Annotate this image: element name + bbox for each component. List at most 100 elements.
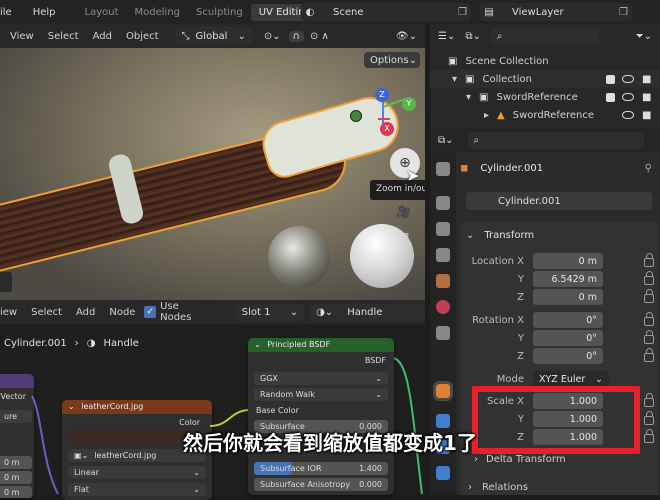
eye-icon[interactable]: [622, 75, 634, 83]
node-menu-add[interactable]: Add: [69, 307, 102, 318]
breadcrumb-material[interactable]: Handle: [104, 338, 139, 349]
orientation-dropdown[interactable]: ⤡ Global ⌄: [175, 27, 252, 45]
render-icon[interactable]: [436, 196, 450, 210]
viewport-menu-view[interactable]: View: [0, 31, 41, 42]
lock-icon[interactable]: [644, 393, 654, 407]
mapping-node[interactable]: Vector ure 0 m 0 m 0 m: [0, 374, 34, 498]
gizmo-x[interactable]: X: [380, 122, 394, 136]
viewport-menu-object[interactable]: Object: [119, 31, 166, 42]
snap-icon[interactable]: ∩: [288, 30, 304, 42]
gizmo-z[interactable]: Z: [375, 88, 389, 102]
overlay-icon[interactable]: 👁⌄: [396, 31, 417, 42]
node-menu-select[interactable]: Select: [24, 307, 69, 318]
properties-editor-icon[interactable]: ⧉⌄: [438, 135, 454, 146]
toolbar-stub[interactable]: [0, 272, 12, 292]
relations-panel[interactable]: › Relations: [460, 479, 658, 495]
workspace-tab-layout[interactable]: Layout: [77, 7, 127, 18]
node-menu-node[interactable]: Node: [102, 307, 142, 318]
interpolation-dropdown[interactable]: Linear ⌄: [68, 466, 206, 479]
rotation-mode-dropdown[interactable]: XYZ Euler ⌄: [533, 371, 609, 387]
node-menu-view[interactable]: iew: [0, 307, 24, 318]
distribution-dropdown[interactable]: GGX ⌄: [254, 372, 388, 385]
view-layer-icon[interactable]: [436, 248, 450, 262]
lock-icon[interactable]: [644, 271, 654, 285]
node-field[interactable]: 0 m: [0, 456, 32, 469]
checkbox-icon[interactable]: [606, 74, 615, 84]
output-icon[interactable]: [436, 222, 450, 236]
use-nodes-checkbox[interactable]: ✓: [144, 306, 157, 318]
options-dropdown[interactable]: Options ⌄: [364, 52, 420, 68]
pin-icon[interactable]: ⚲: [645, 163, 652, 174]
rotation-y-field[interactable]: 0°: [533, 330, 603, 346]
gizmo-y[interactable]: Y: [402, 97, 416, 111]
workspace-tab-sculpting[interactable]: Sculpting: [188, 7, 251, 18]
expand-arrow-icon[interactable]: ▸: [484, 110, 489, 121]
principled-bsdf-node[interactable]: ⌄ Principled BSDF BSDF GGX ⌄ Random Walk ⌄…: [248, 338, 394, 495]
world-icon[interactable]: [436, 300, 450, 314]
filter-icon[interactable]: ⏷⌄: [636, 31, 652, 42]
outliner-row[interactable]: ▸ ▲ SwordReference ■: [430, 106, 660, 124]
subsurface-ior-field[interactable]: Subsurface IOR 1.400: [254, 462, 388, 475]
viewport-menu-add[interactable]: Add: [86, 31, 119, 42]
viewport-3d[interactable]: Z Y X Options ⌄ ⊕ ➤ Zoom in/out in the v…: [0, 48, 425, 300]
outliner-editor-icon[interactable]: ☰⌄: [438, 31, 455, 42]
pivot-icon[interactable]: ⊙⌄: [264, 31, 281, 42]
tool-icon[interactable]: [436, 162, 450, 176]
camera-icon[interactable]: ■: [642, 74, 651, 85]
location-z-field[interactable]: 0 m: [533, 289, 603, 305]
viewport-menu-select[interactable]: Select: [41, 31, 86, 42]
material-selector[interactable]: ◑⌄ Handle: [310, 303, 426, 321]
eye-icon[interactable]: [622, 111, 634, 119]
outliner-row[interactable]: ▣ Scene Collection: [430, 52, 660, 70]
lock-icon[interactable]: [644, 411, 654, 425]
slot-dropdown[interactable]: Slot 1 ⌄: [235, 303, 305, 321]
lock-icon[interactable]: [644, 330, 654, 344]
node-field[interactable]: 0 m: [0, 486, 32, 498]
node-field[interactable]: 0 m: [0, 471, 32, 484]
location-y-field[interactable]: 6.5429 m: [533, 271, 603, 287]
checkbox-icon[interactable]: [606, 92, 615, 102]
physics-icon[interactable]: [436, 466, 450, 480]
node-canvas[interactable]: Cylinder.001 › ◑ Handle Vector ure 0 m 0…: [0, 324, 425, 500]
workspace-tab-modeling[interactable]: Modeling: [127, 7, 189, 18]
scene-selector[interactable]: ◐ Scene ❐: [301, 3, 471, 21]
object-name-field[interactable]: Cylinder.001: [466, 192, 652, 210]
location-x-field[interactable]: 0 m: [533, 253, 603, 269]
menu-file[interactable]: ile: [0, 7, 19, 18]
lock-icon[interactable]: [644, 429, 654, 443]
eye-icon[interactable]: [622, 93, 634, 101]
copy-icon[interactable]: ❐: [458, 7, 467, 18]
navigation-gizmo[interactable]: Z Y X: [360, 84, 420, 144]
lock-icon[interactable]: [644, 289, 654, 303]
expand-arrow-icon[interactable]: ▾: [452, 74, 457, 85]
proportional-edit-icon[interactable]: ⊙ ∧: [310, 31, 329, 42]
object-icon[interactable]: [433, 381, 453, 401]
collection-icon[interactable]: [436, 326, 450, 340]
lock-icon[interactable]: [644, 253, 654, 267]
camera-icon[interactable]: 🎥: [396, 205, 411, 219]
outliner-row[interactable]: ▾ ▣ Collection ■: [430, 70, 660, 88]
lock-icon[interactable]: [644, 348, 654, 362]
subsurface-method-dropdown[interactable]: Random Walk ⌄: [254, 388, 388, 401]
modifier-icon[interactable]: [436, 414, 450, 428]
node-field[interactable]: ure: [0, 410, 32, 423]
subsurface-anisotropy-field[interactable]: Subsurface Anisotropy 0.000: [254, 478, 388, 491]
copy-icon[interactable]: ❐: [619, 7, 628, 18]
breadcrumb-object[interactable]: Cylinder.001: [4, 338, 67, 349]
rotation-z-field[interactable]: 0°: [533, 348, 603, 364]
transform-panel-header[interactable]: ⌄ Transform: [466, 226, 534, 244]
projection-dropdown[interactable]: Flat ⌄: [68, 483, 206, 496]
camera-icon[interactable]: ■: [642, 92, 651, 103]
lock-icon[interactable]: [644, 312, 654, 326]
chevron-down-icon: ⌄: [408, 54, 417, 66]
scene-icon[interactable]: [436, 274, 450, 288]
menu-help[interactable]: Help: [19, 7, 63, 18]
outliner-row[interactable]: ▾ ▣ SwordReference ■: [430, 88, 660, 106]
outliner-search[interactable]: ⌕: [490, 27, 599, 45]
filter-mode-icon[interactable]: ⧉⌄: [465, 31, 481, 42]
view-layer-selector[interactable]: ▤ ViewLayer ❐: [480, 3, 632, 21]
camera-icon[interactable]: ■: [642, 110, 651, 121]
rotation-x-field[interactable]: 0°: [533, 312, 603, 328]
properties-search[interactable]: ⌕: [467, 131, 644, 149]
expand-arrow-icon[interactable]: ▾: [466, 92, 471, 103]
